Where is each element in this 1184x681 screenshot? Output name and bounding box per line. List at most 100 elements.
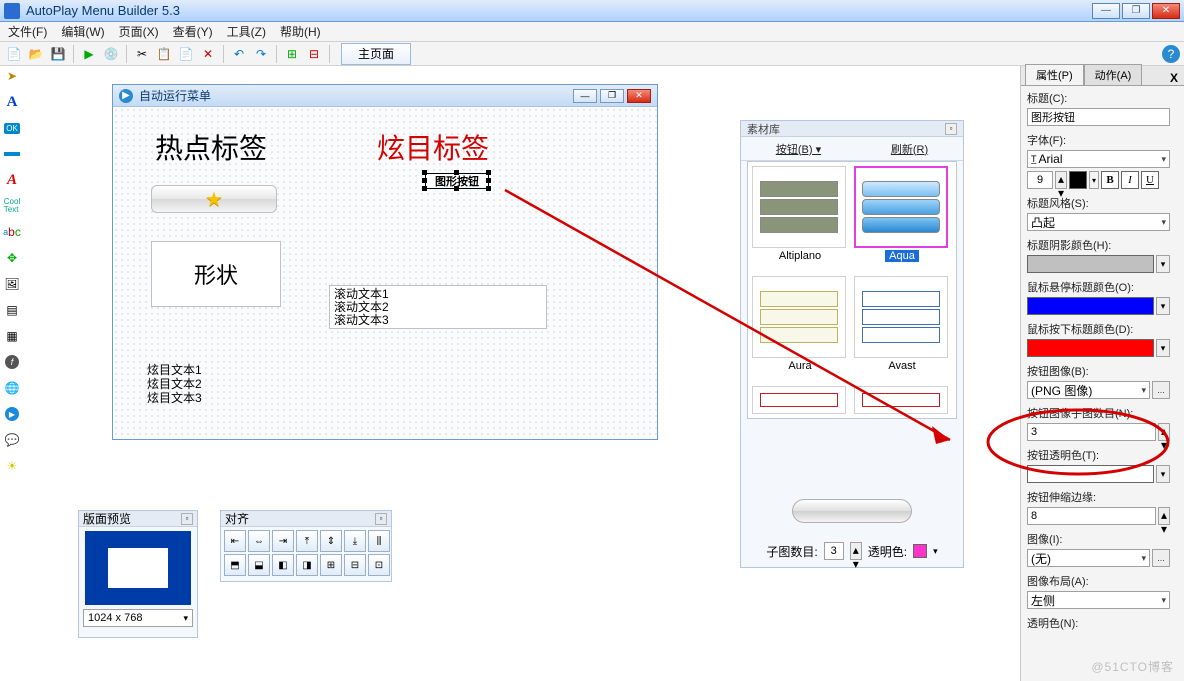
align-left-icon[interactable]: ⇤ (224, 530, 246, 552)
resize-handle[interactable] (486, 170, 491, 175)
props-close-icon[interactable]: X (1164, 71, 1184, 85)
add-icon[interactable]: ⊞ (282, 44, 302, 64)
align-top-icon[interactable]: ⤒ (296, 530, 318, 552)
resize-handle[interactable] (422, 186, 427, 191)
layout-combo[interactable]: 左侧 (1027, 591, 1170, 609)
italic-button[interactable]: I (1121, 171, 1139, 189)
help-icon[interactable]: ? (1162, 45, 1180, 63)
play2-icon[interactable]: ▶ (2, 404, 22, 424)
hover-color-swatch[interactable] (1027, 297, 1154, 315)
abc-icon[interactable]: abc (2, 222, 22, 242)
align-hcenter-icon[interactable]: ⇔ (248, 530, 270, 552)
remove-icon[interactable]: ⊟ (304, 44, 324, 64)
mat-item-more1[interactable] (752, 386, 848, 414)
mat-item-aqua[interactable]: Aqua (854, 166, 950, 262)
align-e-icon[interactable]: ⊞ (320, 554, 342, 576)
stretch-input[interactable] (1027, 507, 1156, 525)
chat-icon[interactable]: 💬 (2, 430, 22, 450)
mat-item-aura[interactable]: Aura (752, 276, 848, 372)
align-f-icon[interactable]: ⊟ (344, 554, 366, 576)
close-button[interactable]: ✕ (1152, 3, 1180, 19)
flash-label[interactable]: 炫目标签 (377, 127, 489, 167)
resize-handle[interactable] (454, 170, 459, 175)
resize-handle[interactable] (422, 170, 427, 175)
bold-button[interactable]: B (1101, 171, 1119, 189)
menu-file[interactable]: 文件(F) (8, 23, 47, 40)
tab-main-page[interactable]: 主页面 (341, 43, 411, 65)
mat-item-more2[interactable] (854, 386, 950, 414)
tab-actions[interactable]: 动作(A) (1084, 64, 1143, 85)
matlib-refresh[interactable]: 刷新(R) (891, 141, 928, 157)
shape-box[interactable]: 形状 (151, 241, 281, 307)
preview-close-icon[interactable]: ▫ (181, 513, 193, 525)
save-icon[interactable]: 💾 (48, 44, 68, 64)
menu-edit[interactable]: 编辑(W) (61, 23, 104, 40)
menu-page[interactable]: 页面(X) (119, 23, 159, 40)
undo-icon[interactable]: ↶ (229, 44, 249, 64)
list1-icon[interactable]: ▤ (2, 300, 22, 320)
resize-handle[interactable] (454, 186, 459, 191)
star-button[interactable]: ★ (151, 185, 277, 213)
align-c-icon[interactable]: ◧ (272, 554, 294, 576)
trans-swatch[interactable] (913, 544, 927, 558)
shadow-color-dd[interactable]: ▾ (1156, 255, 1170, 273)
matlib-button-menu[interactable]: 按钮(B) ▾ (776, 141, 821, 157)
text2-icon[interactable]: A (2, 170, 22, 190)
font-size-input[interactable] (1027, 171, 1053, 189)
align-dist-h-icon[interactable]: ⫼ (368, 530, 390, 552)
resize-handle[interactable] (486, 178, 491, 183)
hot-label[interactable]: 热点标签 (155, 127, 267, 167)
minimize-button[interactable]: — (1092, 3, 1120, 19)
align-d-icon[interactable]: ◨ (296, 554, 318, 576)
flash-icon[interactable]: f (2, 352, 22, 372)
menu-help[interactable]: 帮助(H) (280, 23, 321, 40)
mat-item-avast[interactable]: Avast (854, 276, 950, 372)
matlib-close-icon[interactable]: ▫ (945, 123, 957, 135)
subcount-spinner[interactable]: ▴▾ (1158, 423, 1170, 441)
resize-handle[interactable] (486, 186, 491, 191)
mat-item-altiplano[interactable]: Altiplano (752, 166, 848, 262)
open-icon[interactable]: 📂 (26, 44, 46, 64)
align-close-icon[interactable]: ▫ (375, 513, 387, 525)
align-b-icon[interactable]: ⬓ (248, 554, 270, 576)
align-right-icon[interactable]: ⇥ (272, 530, 294, 552)
move-icon[interactable]: ✥ (2, 248, 22, 268)
tab-properties[interactable]: 属性(P) (1025, 64, 1084, 85)
font-color-swatch[interactable] (1069, 171, 1087, 189)
image-browse-button[interactable]: … (1152, 549, 1170, 567)
canvas-body[interactable]: 热点标签 炫目标签 ★ 图形按钮 形状 滚动文本1 滚动文本2 滚动文本3 炫目… (113, 107, 657, 439)
canvas-close-button[interactable]: ✕ (627, 89, 651, 103)
down-color-dd[interactable]: ▾ (1156, 339, 1170, 357)
build-icon[interactable]: 💿 (101, 44, 121, 64)
cut-icon[interactable]: ✂ (132, 44, 152, 64)
web-icon[interactable]: 🌐 (2, 378, 22, 398)
shadow-color-swatch[interactable] (1027, 255, 1154, 273)
pointer-icon[interactable]: ➤ (2, 66, 22, 86)
paste-icon[interactable]: 📄 (176, 44, 196, 64)
subimg-spinner[interactable]: ▴▾ (850, 542, 862, 560)
subimg-count[interactable] (824, 542, 844, 560)
bar-icon[interactable] (2, 144, 22, 164)
btnimg-browse-button[interactable]: … (1152, 381, 1170, 399)
align-g-icon[interactable]: ⊡ (368, 554, 390, 576)
align-vcenter-icon[interactable]: ⇕ (320, 530, 342, 552)
style-combo[interactable]: 凸起 (1027, 213, 1170, 231)
redo-icon[interactable]: ↷ (251, 44, 271, 64)
subcount-input[interactable] (1027, 423, 1156, 441)
sun-icon[interactable]: ☀ (2, 456, 22, 476)
btntrans-color-dd[interactable]: ▾ (1156, 465, 1170, 483)
cooltext-icon[interactable]: CoolText (2, 196, 22, 216)
resize-handle[interactable] (422, 178, 427, 183)
menu-view[interactable]: 查看(Y) (173, 23, 213, 40)
underline-button[interactable]: U (1141, 171, 1159, 189)
maximize-button[interactable]: ❐ (1122, 3, 1150, 19)
run-icon[interactable]: ▶ (79, 44, 99, 64)
delete-icon[interactable]: ✕ (198, 44, 218, 64)
list2-icon[interactable]: ▦ (2, 326, 22, 346)
scroll-text-box[interactable]: 滚动文本1 滚动文本2 滚动文本3 (329, 285, 547, 329)
canvas-max-button[interactable]: ❐ (600, 89, 624, 103)
title-input[interactable] (1027, 108, 1170, 126)
copy-icon[interactable]: 📋 (154, 44, 174, 64)
btntrans-color-swatch[interactable] (1027, 465, 1154, 483)
align-bottom-icon[interactable]: ⤓ (344, 530, 366, 552)
